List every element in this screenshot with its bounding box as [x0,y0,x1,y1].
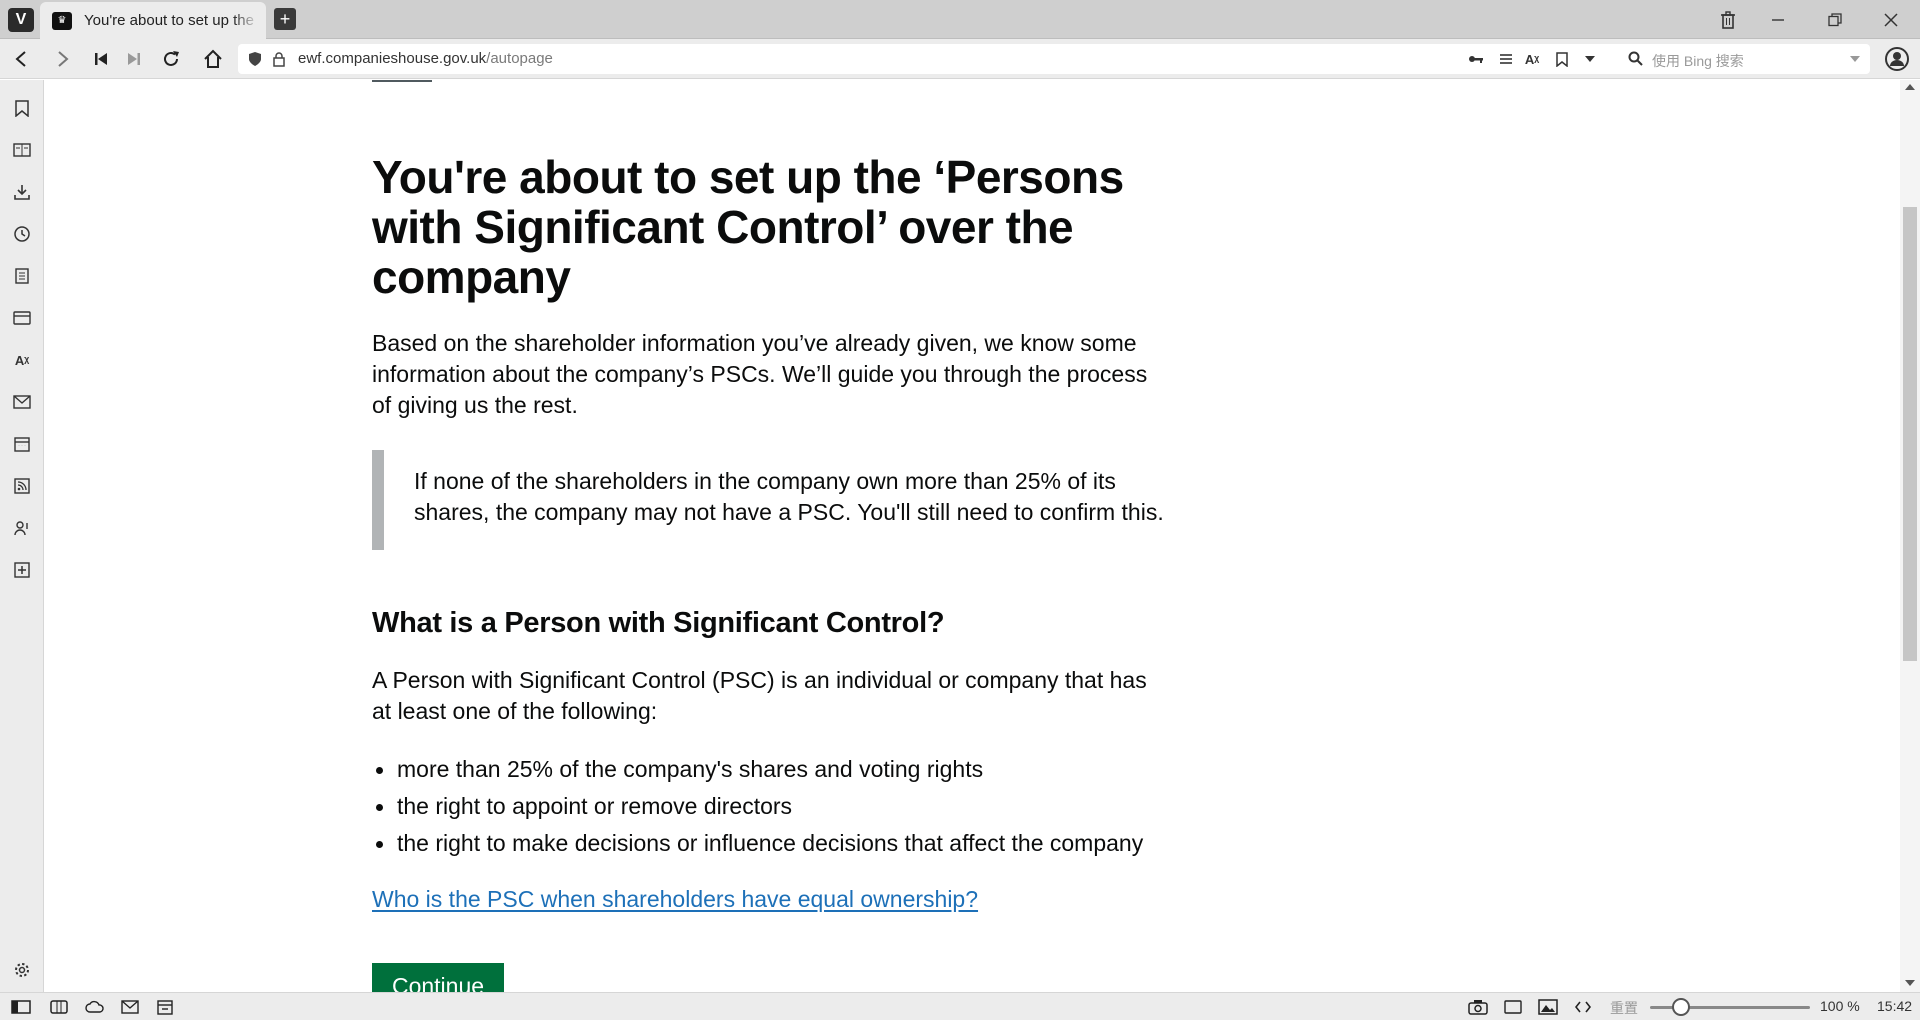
notes-icon[interactable] [8,262,36,290]
intro-paragraph: Based on the shareholder information you… [372,330,1148,418]
history-icon[interactable] [8,220,36,248]
reader-view-icon[interactable] [1496,50,1516,68]
zoom-percentage: 100 % [1820,998,1860,1014]
add-web-panel-icon[interactable] [8,556,36,584]
list-item: more than 25% of the company's shares an… [372,754,1272,785]
list-item: the right to appoint or remove directors [372,791,1272,822]
restore-button[interactable] [1812,4,1858,36]
search-icon [1626,50,1646,68]
clock: 15:42 [1877,998,1913,1014]
header-underline [372,80,432,82]
page-content: You're about to set up the ‘Persons with… [45,80,1900,992]
shield-icon[interactable] [246,50,264,68]
home-button[interactable] [198,44,228,74]
profile-avatar-icon[interactable] [1882,44,1912,74]
search-input[interactable]: 使用 Bing 搜索 [1618,44,1870,74]
search-engine-dropdown-icon[interactable] [1846,50,1864,68]
forward-button[interactable] [48,44,78,74]
lock-icon[interactable] [270,50,288,68]
downloads-icon[interactable] [8,178,36,206]
inset-text: If none of the shareholders in the compa… [414,468,1164,525]
tab-strip: V ♛ You're about to set up the + [0,0,1920,39]
minimize-button[interactable] [1755,4,1801,36]
crown-favicon-icon: ♛ [52,11,72,30]
vivaldi-menu-icon[interactable]: V [8,8,34,32]
psc-definition: A Person with Significant Control (PSC) … [372,667,1147,724]
feeds-icon[interactable] [8,472,36,500]
mail-icon[interactable] [8,388,36,416]
reload-button[interactable] [156,44,186,74]
key-icon[interactable] [1466,50,1486,68]
panel-toggle-icon[interactable] [8,996,34,1018]
reading-list-icon[interactable] [8,136,36,164]
status-bar: 重置 100 % 15:42 [0,992,1920,1020]
inset-text-block: If none of the shareholders in the compa… [372,450,1172,550]
navigation-toolbar: ewf.companieshouse.gov.uk/autopage Aᵡ 使用… [0,39,1920,79]
url-text[interactable]: ewf.companieshouse.gov.uk/autopage [298,50,553,67]
rewind-button[interactable] [86,44,116,74]
trash-icon[interactable] [1705,4,1751,36]
url-domain: ewf.companieshouse.gov.uk [298,50,487,67]
capture-camera-icon[interactable] [1465,996,1491,1018]
address-bar[interactable]: ewf.companieshouse.gov.uk/autopage Aᵡ [238,44,1628,74]
bookmarks-panel-icon[interactable] [8,94,36,122]
mail-status-icon[interactable] [117,996,143,1018]
bookmark-icon[interactable] [1552,50,1572,68]
translate-icon[interactable]: Aᵡ [1522,50,1542,68]
calendar-icon[interactable] [8,430,36,458]
page-tiling-icon[interactable] [1500,996,1526,1018]
page-title: You're about to set up the ‘Persons with… [372,151,1124,303]
zoom-slider-handle[interactable] [1672,998,1690,1016]
close-window-button[interactable] [1868,4,1914,36]
list-item: the right to make decisions or influence… [372,828,1272,859]
scroll-down-arrow-icon[interactable] [1905,980,1915,986]
tab-tiling-icon[interactable] [46,996,72,1018]
back-button[interactable] [6,44,36,74]
continue-button[interactable]: Continue [372,963,504,992]
zoom-reset-label[interactable]: 重置 [1610,998,1638,1018]
scroll-up-arrow-icon[interactable] [1905,84,1915,90]
chevron-down-icon[interactable] [1580,50,1600,68]
window-panel-icon[interactable] [8,304,36,332]
side-panel: Aᵡ [0,80,44,992]
fast-forward-button[interactable] [119,44,149,74]
page-actions-icon[interactable] [1570,996,1596,1018]
url-path: /autopage [486,50,553,67]
calendar-status-icon[interactable] [152,996,178,1018]
scrollbar-thumb[interactable] [1903,207,1917,661]
psc-criteria-list: more than 25% of the company's shares an… [372,754,1272,865]
tab-title: You're about to set up the [84,12,254,29]
sync-cloud-icon[interactable] [82,996,108,1018]
active-tab[interactable]: ♛ You're about to set up the [40,2,266,39]
equal-ownership-link[interactable]: Who is the PSC when shareholders have eq… [372,886,978,913]
contacts-icon[interactable] [8,514,36,542]
psc-heading: What is a Person with Significant Contro… [372,607,945,639]
search-placeholder: 使用 Bing 搜索 [1652,53,1744,69]
settings-gear-icon[interactable] [8,956,36,984]
translate-panel-icon[interactable]: Aᵡ [8,346,36,374]
image-toggle-icon[interactable] [1535,996,1561,1018]
new-tab-button[interactable]: + [274,8,296,30]
